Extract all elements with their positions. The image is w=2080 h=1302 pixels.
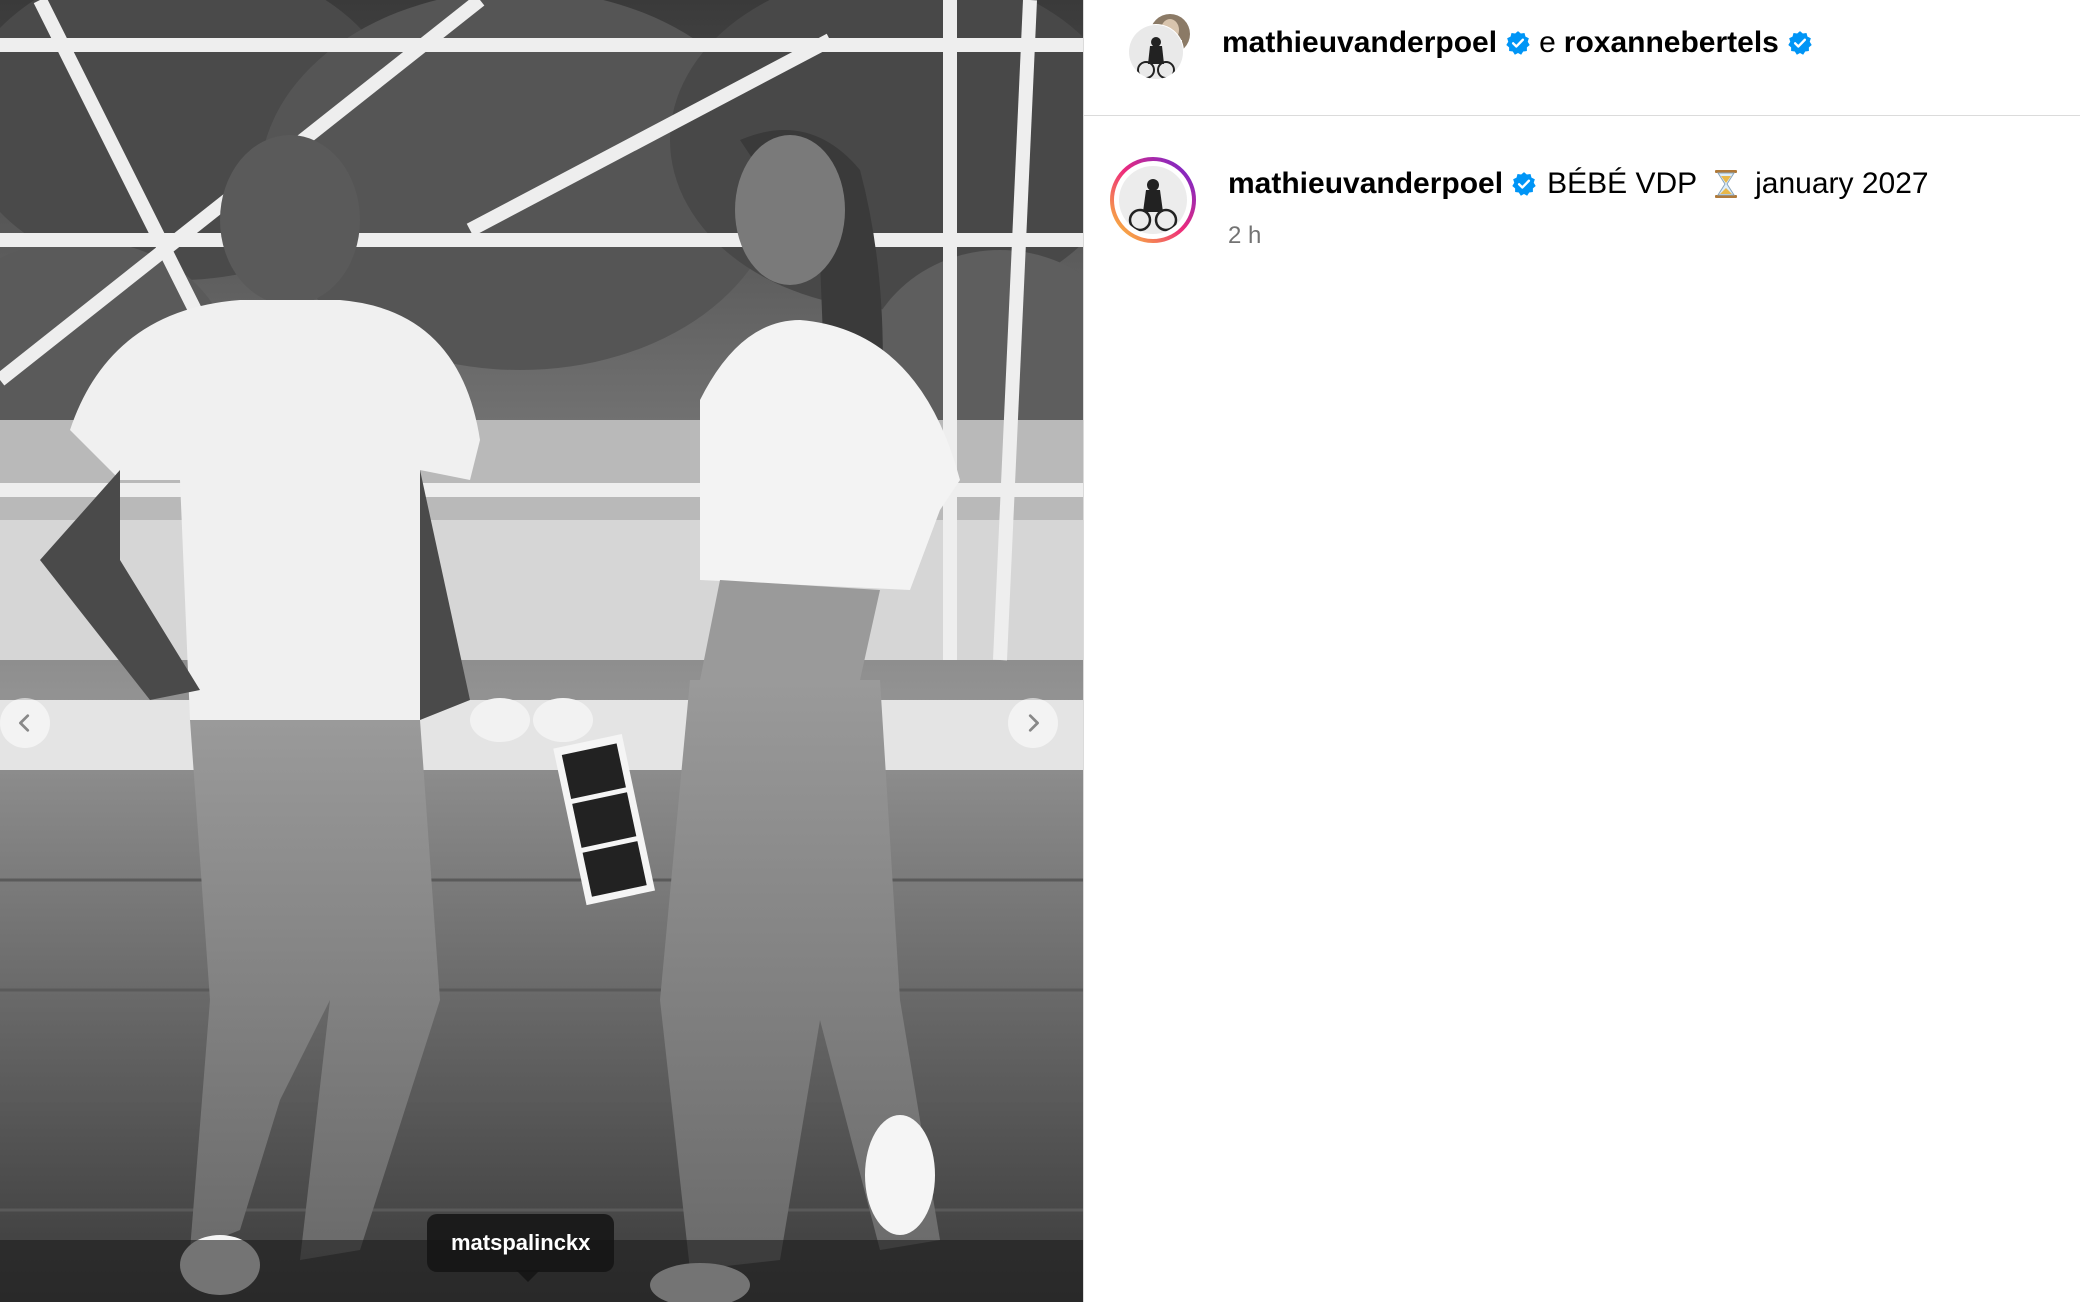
coauthor-username[interactable]: roxannebertels — [1564, 26, 1779, 60]
photo-user-tag[interactable]: matspalinckx — [427, 1214, 615, 1272]
chevron-right-icon — [1028, 714, 1039, 732]
photo-image — [0, 0, 1083, 1302]
photo-user-tag-pointer — [516, 1270, 540, 1282]
caption-text-start: BÉBÉ VDP — [1547, 167, 1698, 200]
author-username[interactable]: mathieuvanderpoel — [1222, 26, 1497, 60]
hourglass-icon — [1715, 170, 1738, 198]
caption-timestamp[interactable]: 2 h — [1228, 222, 1261, 250]
caption-text-end: january 2027 — [1755, 167, 1929, 200]
post-side-panel: mathieuvanderpoel e roxannebertels mathi… — [1084, 0, 2080, 1302]
previous-photo-button[interactable] — [0, 698, 50, 748]
verified-badge-icon — [1512, 172, 1536, 196]
caption-author-username[interactable]: mathieuvanderpoel — [1228, 167, 1503, 201]
verified-badge-icon — [1506, 31, 1530, 55]
next-photo-button[interactable] — [1008, 698, 1058, 748]
caption-author-avatar[interactable] — [1110, 157, 1196, 243]
collab-conjunction: e — [1539, 26, 1556, 59]
post-photo[interactable]: matspalinckx — [0, 0, 1083, 1302]
chevron-left-icon — [19, 714, 30, 732]
verified-badge-icon — [1788, 31, 1812, 55]
post-header: mathieuvanderpoel e roxannebertels — [1084, 0, 2080, 116]
author-avatar[interactable] — [1124, 12, 1194, 84]
